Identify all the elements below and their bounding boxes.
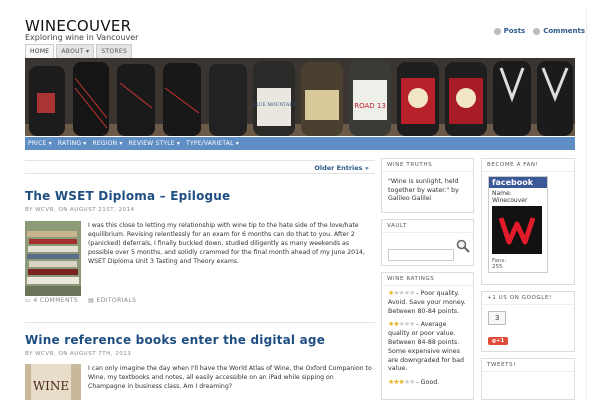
fan-page-name-label: Name: — [492, 190, 512, 197]
page-edge — [586, 10, 587, 400]
widget-title: BECOME A FAN! — [482, 159, 574, 172]
post-meta: BY WCVR, ON AUGUST 7TH, 2013 — [25, 351, 132, 357]
feed-links: Posts Comments — [493, 27, 585, 35]
posts-feed-link[interactable]: Posts — [493, 27, 526, 35]
wine-truths-widget: WINE TRUTHS "Wine is sunlight, held toge… — [381, 158, 474, 213]
category-type-varietal[interactable]: TYPE/VARIETAL ▾ — [186, 140, 239, 147]
widget-title: VAULT — [382, 220, 473, 233]
posts-feed-label: Posts — [503, 27, 526, 35]
widget-title: WINE TRUTHS — [382, 159, 473, 172]
rating-item: ★★★★★ - Average quality or poor value. B… — [388, 320, 467, 374]
comments-feed-label: Comments — [543, 27, 585, 35]
vault-widget: VAULT — [381, 219, 474, 266]
site-description: Exploring wine in Vancouver — [25, 33, 139, 42]
main-nav: HOME ABOUT ▾ STORES — [25, 44, 133, 59]
category-name: EDITORIALS — [96, 297, 137, 304]
fans-count-area: Fans: 255 — [489, 256, 547, 272]
widget-title: +1 US ON GOOGLE! — [482, 292, 574, 305]
post-thumbnail[interactable]: WINE — [25, 364, 81, 400]
widget-title: TWEETS! — [482, 359, 574, 372]
post-excerpt: I was this close to letting my relations… — [88, 222, 365, 265]
widget-title: WINE RATINGS — [382, 273, 473, 286]
comment-icon — [533, 27, 541, 35]
star-rating-icon: ★★★★★ — [388, 320, 415, 329]
tab-stores[interactable]: STORES — [96, 44, 133, 59]
rating-description: - Average quality or poor value. Between… — [388, 321, 465, 373]
facebook-fan-box[interactable]: facebook Name: Winecouver Fans: 255 — [488, 176, 548, 273]
comment-bubble-icon: ▭ — [25, 297, 32, 304]
post-thumbnail[interactable] — [25, 221, 81, 296]
comments-link[interactable]: ▭ 4 COMMENTS — [25, 297, 78, 304]
wine-quote: "Wine is sunlight, held together by wate… — [388, 178, 459, 202]
search-button[interactable] — [456, 238, 470, 257]
folder-icon: ▤ — [88, 297, 95, 304]
page-avatar[interactable] — [492, 206, 542, 254]
category-review-style[interactable]: REVIEW STYLE ▾ — [129, 140, 180, 147]
google-plus-one-button[interactable]: g+1 — [488, 337, 509, 345]
winecouver-w-logo — [498, 217, 536, 245]
rss-icon — [493, 27, 501, 35]
post-divider — [25, 322, 375, 323]
post-meta: BY WCVR, ON AUGUST 21ST, 2014 — [25, 207, 135, 213]
ratings-list: ★★★★★ - Poor quality. Avoid. Save your m… — [382, 286, 473, 392]
category-link[interactable]: ▤ EDITORIALS — [88, 297, 136, 304]
tab-about[interactable]: ABOUT ▾ — [56, 44, 95, 59]
book-cover-title: WINE — [33, 379, 69, 393]
pagination-bar: Older Entries » — [25, 160, 375, 174]
comments-feed-link[interactable]: Comments — [533, 27, 585, 35]
category-price[interactable]: PRICE ▾ — [28, 140, 52, 147]
search-form — [382, 233, 473, 269]
older-entries-link[interactable]: Older Entries » — [314, 164, 369, 172]
search-icon — [456, 239, 470, 253]
category-bar: PRICE ▾ RATING ▾ REGION ▾ REVIEW STYLE ▾… — [25, 137, 575, 150]
post-title[interactable]: The WSET Diploma – Epilogue — [25, 189, 230, 203]
category-region[interactable]: REGION ▾ — [93, 140, 123, 147]
plus-one-count: 3 — [488, 311, 507, 325]
fans-count: 255 — [492, 264, 503, 270]
rating-description: - Good. — [416, 379, 440, 387]
tweets-widget: TWEETS! — [481, 358, 575, 400]
facebook-fan-widget: BECOME A FAN! facebook Name: Winecouver … — [481, 158, 575, 285]
tab-home[interactable]: HOME — [25, 44, 55, 59]
wine-bottles-illustration: ROAD 13 BLUE MOUNTAIN — [25, 58, 575, 136]
rating-item: ★★★★★ - Poor quality. Avoid. Save your m… — [388, 289, 467, 316]
fan-page-name[interactable]: Winecouver — [489, 197, 547, 204]
google-plus-widget: +1 US ON GOOGLE! 3 g+1 — [481, 291, 575, 352]
books-stack-image — [25, 221, 81, 296]
wine-ratings-widget: WINE RATINGS ★★★★★ - Poor quality. Avoid… — [381, 272, 474, 400]
book-cover-image: WINE — [25, 364, 81, 400]
post-title[interactable]: Wine reference books enter the digital a… — [25, 333, 325, 347]
bottle-label-road13: ROAD 13 — [354, 102, 386, 110]
post-footer: ▭ 4 COMMENTS ▤ EDITORIALS — [25, 297, 136, 304]
header-banner-image: ROAD 13 BLUE MOUNTAIN — [25, 58, 575, 136]
search-input[interactable] — [388, 249, 454, 261]
rating-item: ★★★★★ - Good. — [388, 378, 467, 388]
star-rating-icon: ★★★★★ — [388, 289, 415, 297]
post-excerpt: I can only imagine the day when I'll hav… — [88, 365, 372, 390]
facebook-logo: facebook — [489, 177, 547, 188]
category-rating[interactable]: RATING ▾ — [58, 140, 87, 147]
star-rating-icon: ★★★★★ — [388, 378, 415, 387]
bottle-label-blue-mountain: BLUE MOUNTAIN — [253, 102, 295, 108]
comments-count: 4 COMMENTS — [33, 297, 79, 304]
